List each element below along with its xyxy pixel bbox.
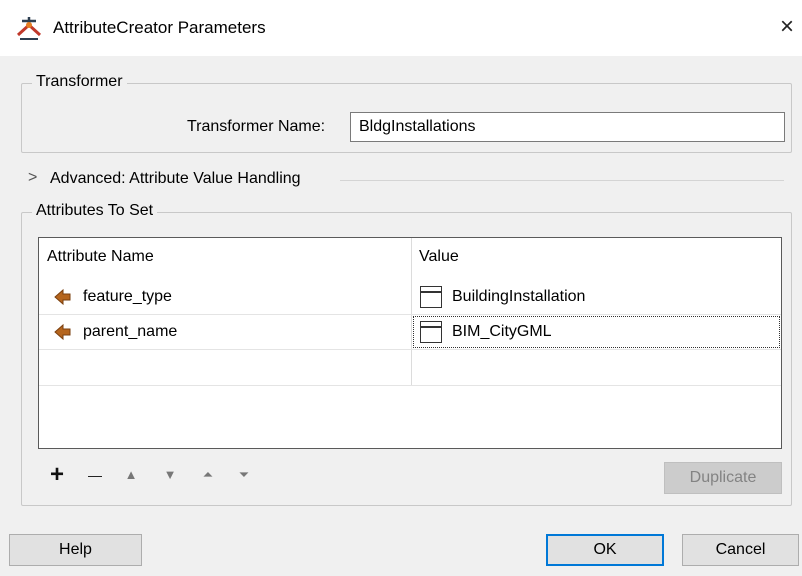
attributes-legend: Attributes To Set [32,202,158,220]
column-header-value[interactable]: Value [411,238,781,276]
attribute-arrow-icon [54,288,71,306]
attribute-name-text: feature_type [83,288,172,305]
table-row-attribute-name[interactable]: parent_name [39,315,411,349]
remove-row-icon[interactable]: — [84,464,106,486]
column-header-attribute-name[interactable]: Attribute Name [39,238,411,276]
move-up-icon[interactable]: ▲ [122,464,140,486]
chevron-right-icon: > [28,169,38,186]
text-value-icon [420,286,442,308]
text-value-icon [420,321,442,343]
window-title: AttributeCreator Parameters [53,18,266,37]
divider [340,180,784,181]
ok-button[interactable]: OK [546,534,664,566]
help-button[interactable]: Help [9,534,142,566]
attribute-value-text: BuildingInstallation [452,288,586,305]
title-bar: AttributeCreator Parameters × [0,0,802,56]
transformer-name-input[interactable]: BldgInstallations [350,112,785,142]
cancel-button[interactable]: Cancel [682,534,799,566]
attribute-name-text: parent_name [83,323,178,340]
table-row-attribute-name[interactable]: feature_type [39,280,411,314]
advanced-label: Advanced: Attribute Value Handling [50,170,301,187]
table-row-empty[interactable] [39,350,781,384]
close-icon[interactable]: × [780,14,802,40]
table-row-value[interactable]: BIM_CityGML [412,315,781,349]
table-row-value[interactable]: BuildingInstallation [412,280,781,314]
move-to-bottom-icon[interactable]: ⏷ [235,464,253,486]
move-to-top-icon[interactable]: ⏶ [199,464,217,486]
attribute-arrow-icon [54,323,71,341]
attributes-table: Attribute Name Value feature_type Buildi… [38,237,782,449]
attribute-creator-icon [16,17,42,40]
attribute-value-text: BIM_CityGML [452,323,552,340]
add-row-icon[interactable]: + [46,463,68,487]
row-divider [39,385,781,386]
move-down-icon[interactable]: ▼ [161,464,179,486]
duplicate-button[interactable]: Duplicate [664,462,782,494]
transformer-legend: Transformer [32,73,127,91]
transformer-name-label: Transformer Name: [187,118,326,135]
